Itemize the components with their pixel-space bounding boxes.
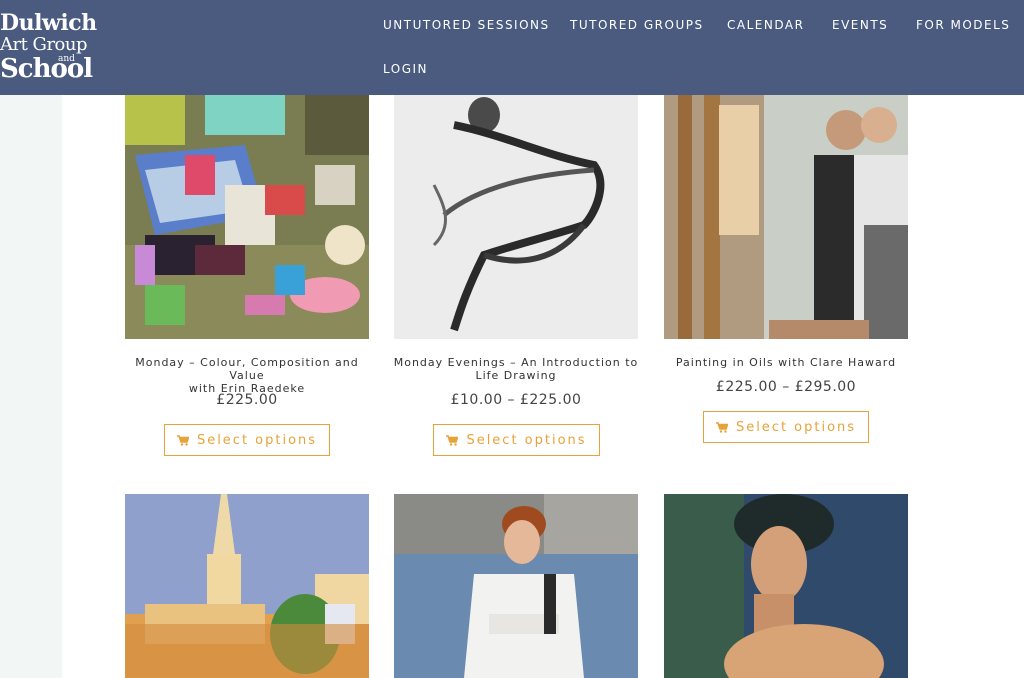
product-price: £225.00 – £295.00 — [715, 379, 857, 395]
product-image-life-drawing[interactable] — [394, 95, 638, 339]
cart-icon — [715, 421, 728, 433]
nav-for-models[interactable]: FOR MODELS — [916, 18, 1010, 32]
nav-events[interactable]: EVENTS — [832, 18, 888, 32]
product-title-line-1[interactable]: Painting in Oils with Clare Haward — [661, 356, 911, 369]
product-price: £225.00 — [216, 392, 278, 408]
product-title[interactable]: Monday Evenings – An Introduction to Lif… — [391, 356, 641, 382]
product-title-line-1[interactable]: Monday Evenings – An Introduction to — [391, 356, 641, 369]
select-options-button[interactable]: Select options — [164, 424, 330, 456]
woman-profile-painting — [664, 494, 908, 678]
product-image-cityscape[interactable] — [125, 494, 369, 678]
product-image-colour-composition[interactable] — [125, 95, 369, 339]
product-title[interactable]: Painting in Oils with Clare Haward — [661, 356, 911, 369]
nav-tutored-groups[interactable]: TUTORED GROUPS — [570, 18, 704, 32]
product-image-portrait-woman[interactable] — [664, 494, 908, 678]
logo-line-4: School — [0, 54, 93, 84]
nav-login[interactable]: LOGIN — [383, 62, 428, 76]
charcoal-figure-drawing — [394, 95, 638, 339]
sidebar-strip — [0, 95, 62, 678]
select-options-label: Select options — [466, 432, 587, 448]
product-image-painting-in-oils[interactable] — [664, 95, 908, 339]
cart-icon — [446, 434, 459, 446]
logo-line-2: Art Group — [0, 34, 88, 55]
product-title[interactable]: Monday – Colour, Composition and Value w… — [122, 356, 372, 395]
still-life-painting — [125, 95, 369, 339]
select-options-label: Select options — [196, 432, 318, 448]
boy-portrait-painting — [394, 494, 638, 678]
logo-line-3: and — [58, 54, 75, 64]
select-options-button[interactable]: Select options — [703, 411, 869, 443]
nav-calendar[interactable]: CALENDAR — [727, 18, 804, 32]
product-title-line-2[interactable]: Life Drawing — [391, 369, 641, 382]
church-spire-painting — [125, 494, 369, 678]
main-nav: UNTUTORED SESSIONS TUTORED GROUPS CALEND… — [383, 0, 1023, 95]
product-title-line-1[interactable]: Monday – Colour, Composition and Value — [122, 356, 372, 382]
nav-untutored-sessions[interactable]: UNTUTORED SESSIONS — [383, 18, 550, 32]
select-options-label: Select options — [735, 419, 857, 435]
painting-class-photo — [664, 95, 908, 339]
cart-icon — [176, 434, 189, 446]
select-options-button[interactable]: Select options — [433, 424, 600, 456]
product-image-portrait-boy[interactable] — [394, 494, 638, 678]
site-header: Dulwich Art Group School and UNTUTORED S… — [0, 0, 1024, 95]
product-price: £10.00 – £225.00 — [450, 392, 582, 408]
logo-line-1: Dulwich — [0, 10, 97, 36]
